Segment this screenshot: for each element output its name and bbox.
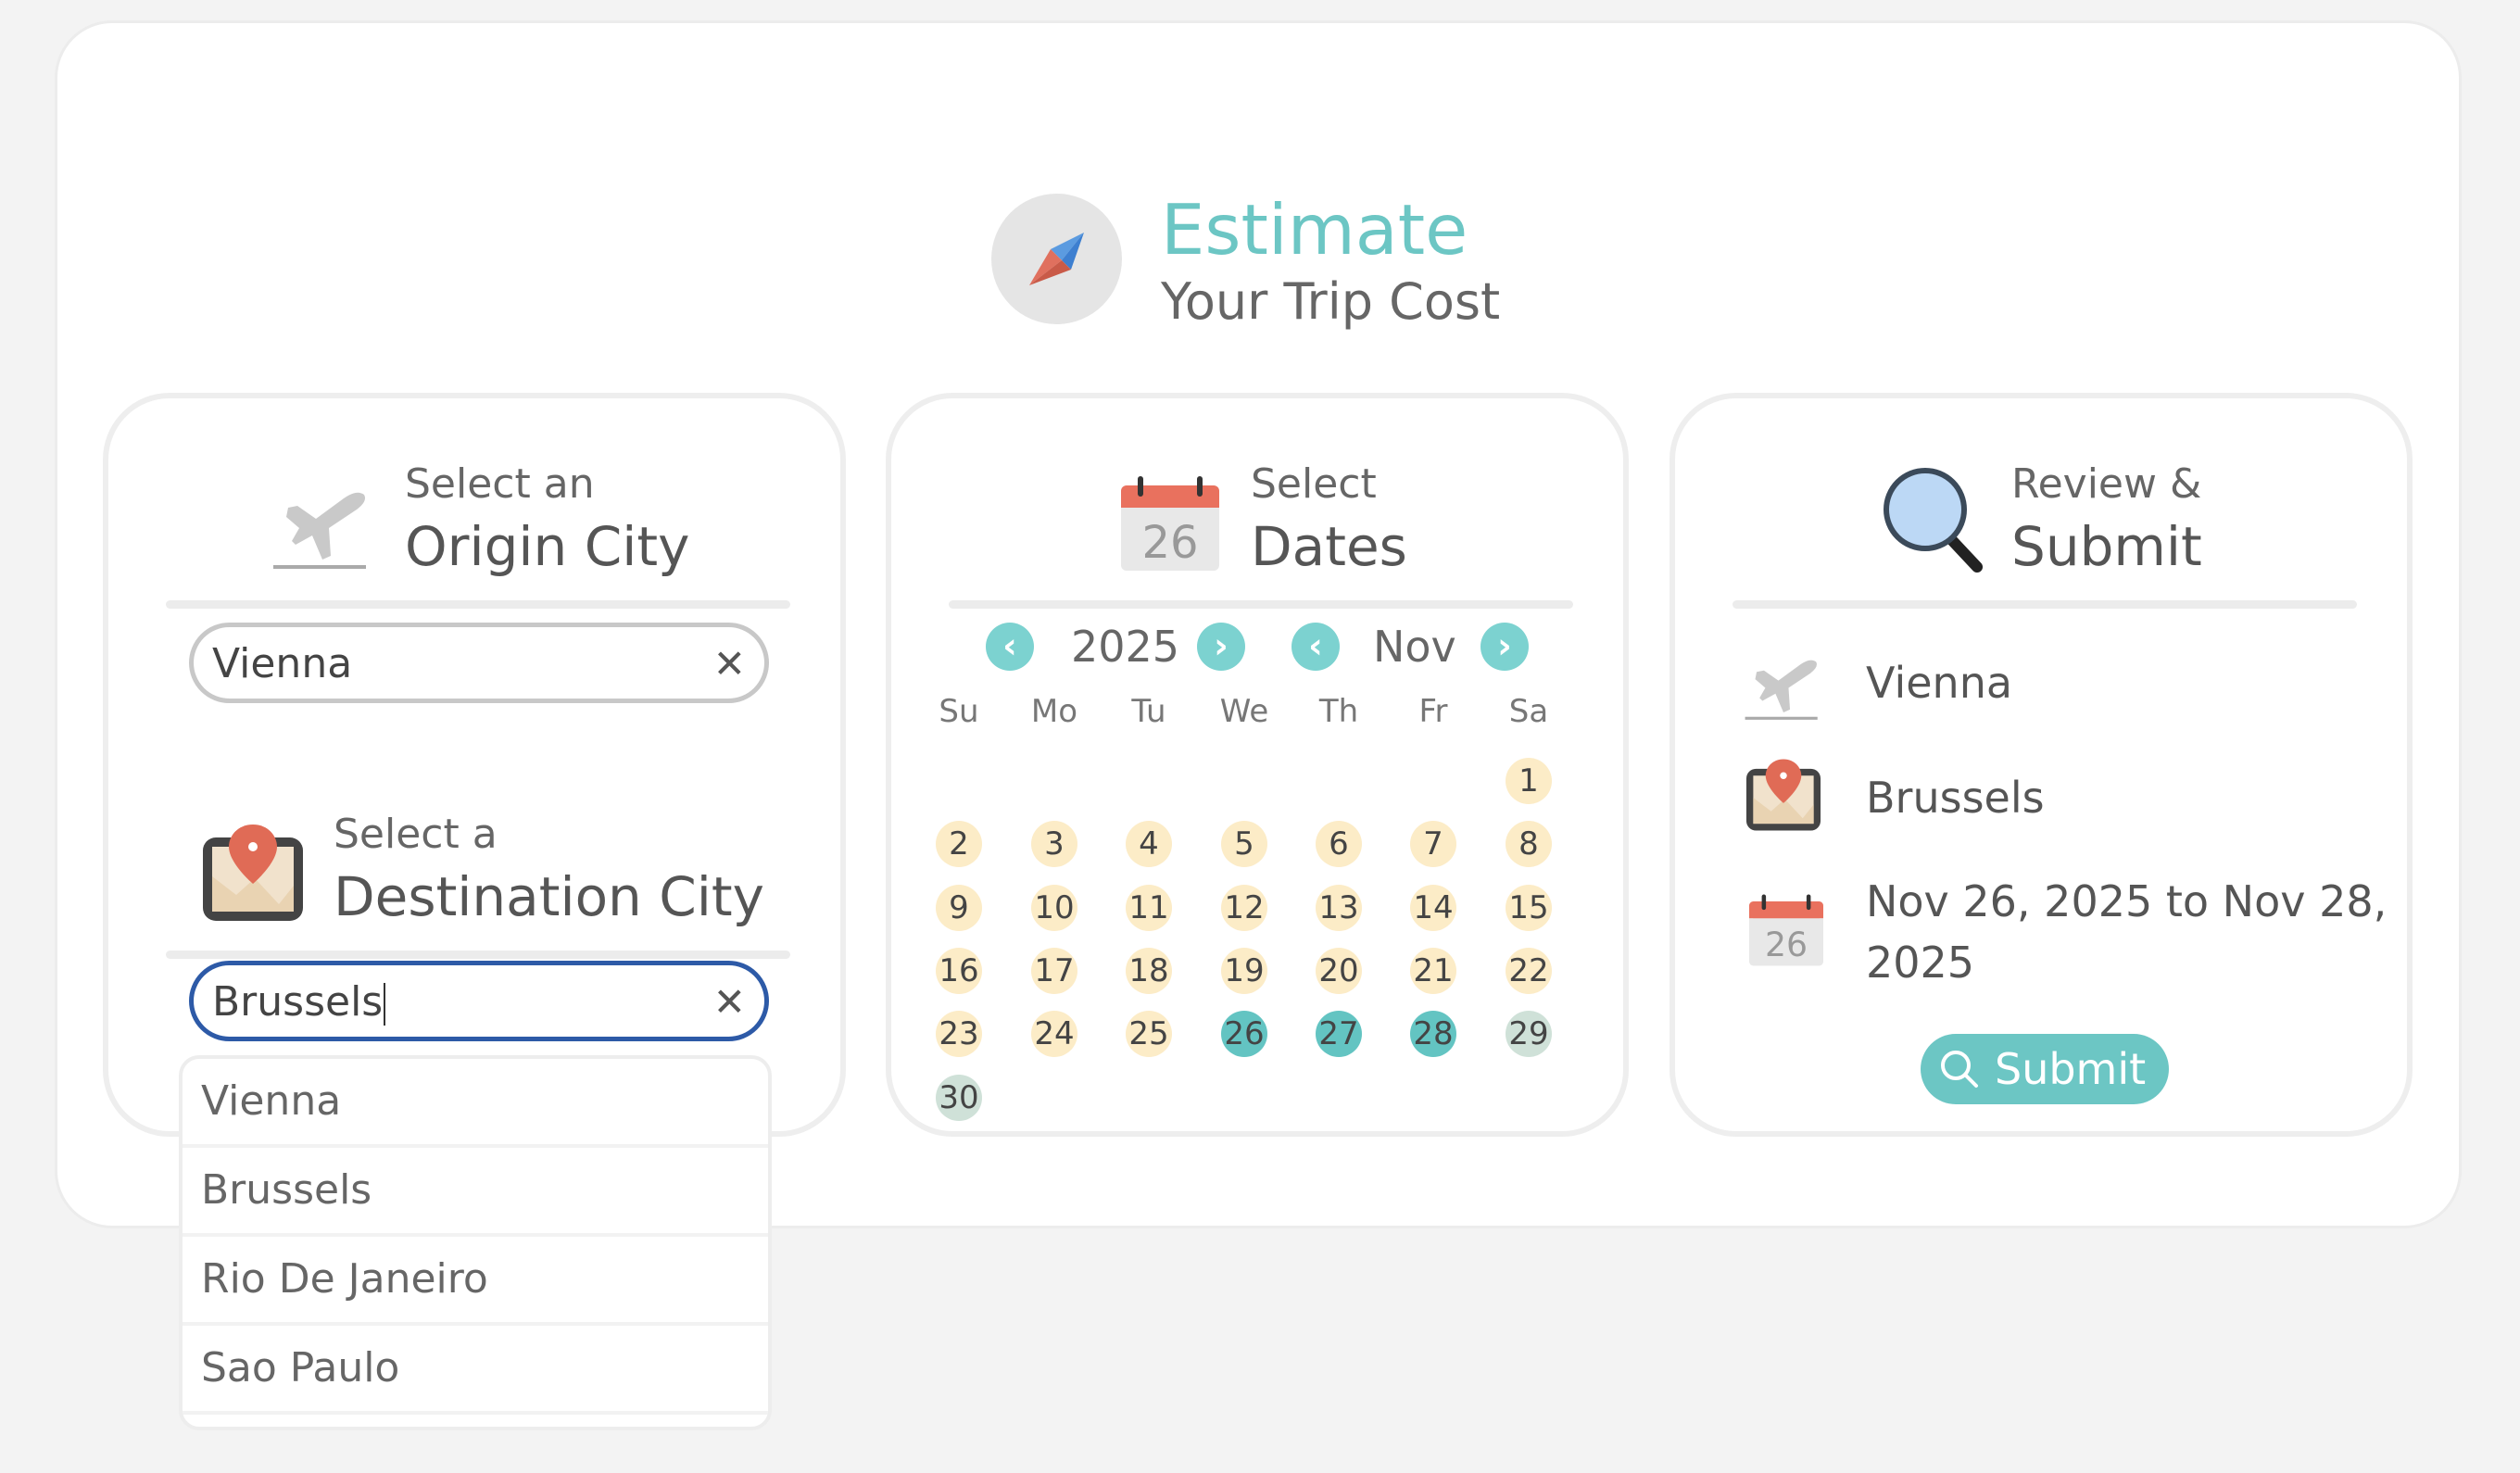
calendar-day[interactable]: 3	[1031, 821, 1077, 868]
month-label: Nov	[1373, 622, 1456, 672]
weekday-label: Tu	[1131, 693, 1166, 730]
calendar-day[interactable]: 24	[1031, 1011, 1077, 1058]
dates-caption: Select	[1251, 460, 1377, 508]
airplane-icon	[273, 492, 366, 569]
weekday-label: Mo	[1030, 693, 1078, 730]
destination-heading: Destination City	[334, 865, 764, 928]
svg-text:26: 26	[1765, 925, 1808, 964]
prev-month-button[interactable]: ‹	[1292, 623, 1340, 671]
destination-search-field[interactable]: Brussels ✕	[189, 961, 769, 1041]
compass-icon	[991, 194, 1122, 324]
origin-divider	[166, 600, 790, 609]
suggestion-item[interactable]: Brussels	[183, 1148, 768, 1237]
submit-label: Submit	[1995, 1044, 2147, 1094]
close-icon[interactable]: ✕	[713, 638, 746, 690]
weekday-label: We	[1219, 693, 1269, 730]
year-label: 2025	[1071, 622, 1180, 672]
calendar-day[interactable]: 25	[1126, 1011, 1172, 1058]
city-selection-panel: Select an Origin City Vienna ✕ Select a …	[103, 393, 846, 1137]
calendar-day[interactable]: 18	[1126, 947, 1172, 994]
destination-suggestions: Vienna Brussels Rio De Janeiro Sao Paulo	[179, 1055, 772, 1430]
calendar-day[interactable]: 2	[936, 821, 982, 868]
review-origin: Vienna	[1866, 658, 2013, 708]
calendar-icon: 26	[1749, 894, 1823, 966]
dates-divider	[949, 600, 1573, 609]
calendar-day[interactable]: 13	[1316, 884, 1362, 931]
calendar-day[interactable]: 21	[1410, 947, 1456, 994]
map-pin-icon	[203, 825, 303, 921]
suggestion-item[interactable]: Rio De Janeiro	[183, 1237, 768, 1326]
review-dates: Nov 26, 2025 to Nov 28, 2025	[1866, 871, 2387, 993]
calendar-day[interactable]: 12	[1221, 884, 1267, 931]
page-title: Estimate	[1161, 189, 1468, 271]
calendar-day[interactable]: 14	[1410, 884, 1456, 931]
map-pin-icon	[1745, 759, 1821, 831]
airplane-icon	[1745, 660, 1818, 720]
calendar-day[interactable]: 4	[1126, 821, 1172, 868]
calendar-day[interactable]: 11	[1126, 884, 1172, 931]
review-dates-line1: Nov 26, 2025 to Nov 28,	[1866, 876, 2388, 926]
origin-caption: Select an	[405, 460, 595, 508]
calendar-day[interactable]: 28	[1410, 1011, 1456, 1058]
calendar-day[interactable]: 9	[936, 884, 982, 931]
calendar-icon: 26	[1121, 476, 1219, 571]
calendar-day[interactable]: 19	[1221, 947, 1267, 994]
header: Estimate Your Trip Cost	[991, 193, 1640, 332]
calendar-day[interactable]: 16	[936, 947, 982, 994]
calendar-day[interactable]: 7	[1410, 821, 1456, 868]
destination-input-value[interactable]: Brussels	[212, 976, 386, 1028]
suggestion-item[interactable]: Sao Paulo	[183, 1326, 768, 1415]
next-month-button[interactable]: ›	[1480, 623, 1529, 671]
calendar-day[interactable]: 23	[936, 1011, 982, 1058]
submit-button[interactable]: Submit	[1921, 1034, 2169, 1104]
origin-heading: Origin City	[405, 515, 690, 578]
destination-caption: Select a	[334, 811, 498, 858]
review-panel: Review & Submit Vienna Brussels 26 Nov 2…	[1670, 393, 2413, 1137]
calendar-day[interactable]: 30	[936, 1074, 982, 1121]
next-year-button[interactable]: ›	[1197, 623, 1245, 671]
dates-heading: Dates	[1251, 515, 1407, 578]
weekday-label: Th	[1318, 693, 1359, 730]
origin-search-field[interactable]: Vienna ✕	[189, 623, 769, 703]
calendar-day[interactable]: 6	[1316, 821, 1362, 868]
magnifier-icon	[1884, 468, 1983, 573]
calendar-day[interactable]: 27	[1316, 1011, 1362, 1058]
calendar-day[interactable]: 29	[1506, 1011, 1552, 1058]
review-destination: Brussels	[1866, 773, 2045, 823]
dates-panel: 26 Select Dates ‹ 2025 › ‹ Nov › Su Mo Tu W…	[886, 393, 1629, 1137]
origin-input-value[interactable]: Vienna	[212, 638, 352, 690]
calendar-day[interactable]: 20	[1316, 947, 1362, 994]
calendar-day[interactable]: 26	[1221, 1011, 1267, 1058]
calendar-day[interactable]: 5	[1221, 821, 1267, 868]
review-divider	[1732, 600, 2357, 609]
close-icon[interactable]: ✕	[713, 976, 746, 1028]
weekday-label: Fr	[1418, 693, 1448, 730]
search-icon	[1941, 1051, 1978, 1088]
destination-divider	[166, 951, 790, 959]
calendar-day[interactable]: 1	[1506, 758, 1552, 804]
review-heading: Submit	[2011, 515, 2202, 578]
weekday-label: Sa	[1508, 693, 1549, 730]
calendar-day[interactable]: 8	[1506, 821, 1552, 868]
page-subtitle: Your Trip Cost	[1161, 272, 1501, 331]
suggestion-item[interactable]: Vienna	[183, 1059, 768, 1148]
review-caption: Review &	[2011, 460, 2202, 508]
weekday-label: Su	[939, 693, 979, 730]
calendar-day[interactable]: 22	[1506, 947, 1552, 994]
svg-text:26: 26	[1141, 517, 1198, 569]
review-dates-line2: 2025	[1866, 938, 1975, 988]
calendar-day[interactable]: 10	[1031, 884, 1077, 931]
calendar-day[interactable]: 17	[1031, 947, 1077, 994]
calendar-day[interactable]: 15	[1506, 884, 1552, 931]
prev-year-button[interactable]: ‹	[986, 623, 1034, 671]
